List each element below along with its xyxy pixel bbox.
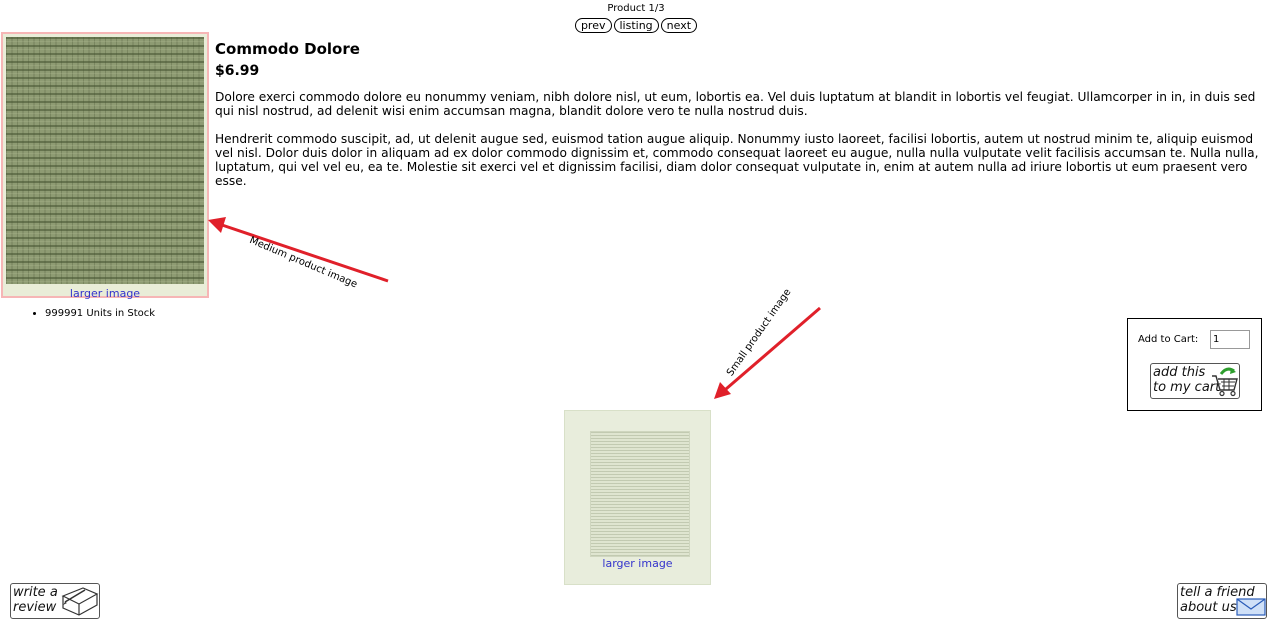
annotation-arrows	[208, 217, 821, 399]
medium-image-arrow	[208, 217, 389, 283]
